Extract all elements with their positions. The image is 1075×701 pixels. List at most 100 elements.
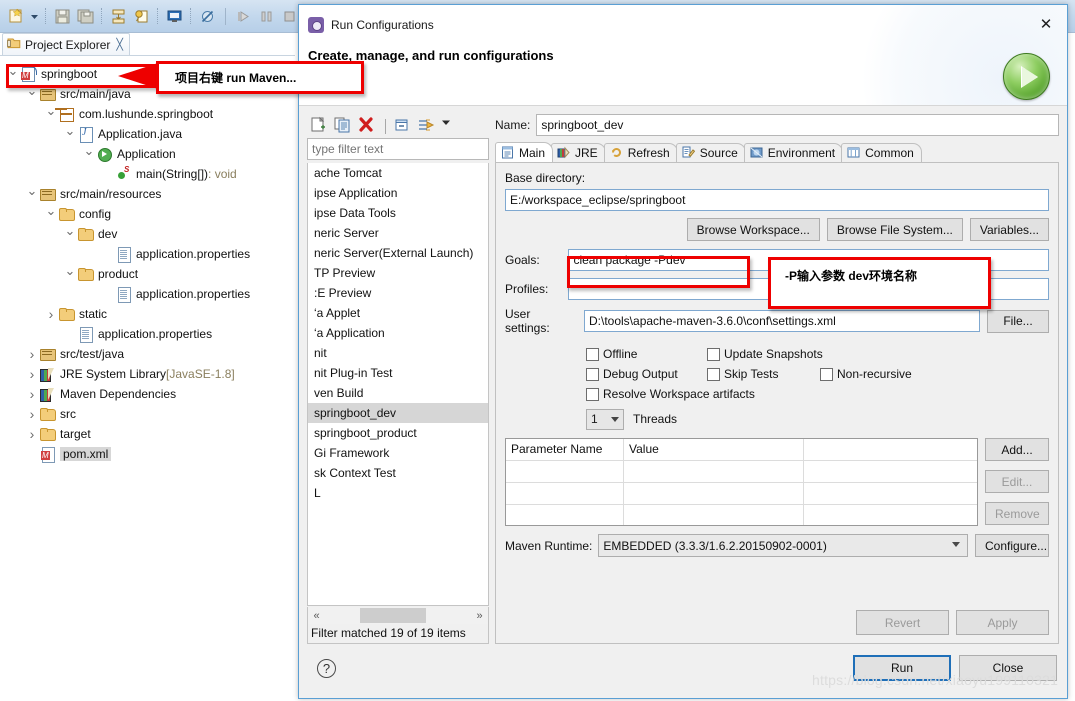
tree-item[interactable]: target [0, 424, 296, 444]
tree-item[interactable]: Application [0, 144, 296, 164]
expand-arrow-icon[interactable] [25, 347, 39, 362]
config-list-item[interactable]: ipse Application [308, 183, 488, 203]
table-row[interactable] [506, 460, 977, 482]
maven-runtime-select[interactable]: EMBEDDED (3.3.3/1.6.2.20150902-0001) [598, 534, 968, 557]
tree-item[interactable]: config [0, 204, 296, 224]
user-settings-input[interactable] [584, 310, 980, 332]
tree-item[interactable]: main(String[]) : void [0, 164, 296, 184]
dialog-close-icon[interactable]: ✕ [1035, 14, 1057, 34]
tab-environment[interactable]: Environment [743, 143, 844, 162]
collapse-arrow-icon[interactable] [25, 187, 39, 201]
console-icon[interactable] [163, 5, 185, 27]
browse-filesystem-button[interactable]: Browse File System... [826, 218, 963, 241]
non-recursive-checkbox[interactable] [820, 367, 833, 381]
config-list-item[interactable]: :E Preview [308, 283, 488, 303]
config-list-item[interactable]: TP Preview [308, 263, 488, 283]
close-icon[interactable]: ╳ [116, 38, 123, 51]
config-list-item[interactable]: ache Tomcat [308, 163, 488, 183]
new-config-icon[interactable] [309, 116, 330, 136]
config-list-item[interactable]: ipse Data Tools [308, 203, 488, 223]
table-row[interactable] [506, 482, 977, 504]
collapse-all-icon[interactable] [393, 116, 414, 136]
config-list-item[interactable]: nit [308, 343, 488, 363]
collapse-arrow-icon[interactable] [44, 107, 58, 121]
terminate-icon[interactable] [278, 5, 300, 27]
collapse-arrow-icon[interactable] [82, 147, 96, 161]
filter-input[interactable] [307, 138, 489, 160]
save-all-icon[interactable] [74, 5, 96, 27]
tree-item[interactable]: Application.java [0, 124, 296, 144]
config-list-item[interactable]: sk Context Test [308, 463, 488, 483]
tree-item[interactable]: dev [0, 224, 296, 244]
tab-source[interactable]: Source [675, 143, 746, 162]
tree-item[interactable]: pom.xml [0, 444, 296, 464]
project-tree[interactable]: springbootsrc/main/javacom.lushunde.spri… [0, 58, 296, 488]
hscroll-thumb[interactable] [360, 608, 426, 623]
config-list-item[interactable]: neric Server [308, 223, 488, 243]
tree-item[interactable]: com.lushunde.springboot [0, 104, 296, 124]
config-list-item[interactable]: nit Plug-in Test [308, 363, 488, 383]
table-row[interactable] [506, 504, 977, 525]
skip-breakpoints-icon[interactable] [196, 5, 218, 27]
expand-arrow-icon[interactable] [25, 407, 39, 422]
add-parameter-button[interactable]: Add... [985, 438, 1049, 461]
tree-item[interactable]: src/main/resources [0, 184, 296, 204]
configurations-hscrollbar[interactable]: « » [307, 607, 489, 624]
tab-refresh[interactable]: Refresh [603, 143, 678, 162]
save-icon[interactable] [51, 5, 73, 27]
maven-runtime-select-wrap[interactable]: EMBEDDED (3.3.3/1.6.2.20150902-0001) [598, 534, 968, 557]
resume-icon[interactable] [232, 5, 254, 27]
config-list-item[interactable]: ‘a Application [308, 323, 488, 343]
new-dropdown-arrow-icon[interactable] [28, 5, 40, 27]
quick-access-icon[interactable] [130, 5, 152, 27]
tree-item[interactable]: application.properties [0, 324, 296, 344]
update-snapshots-checkbox[interactable] [707, 347, 720, 361]
export-icon[interactable] [107, 5, 129, 27]
hscroll-track-right[interactable] [426, 608, 471, 623]
config-list-item[interactable]: ven Build [308, 383, 488, 403]
configure-button[interactable]: Configure... [975, 534, 1049, 557]
duplicate-config-icon[interactable] [333, 116, 354, 136]
offline-checkbox[interactable] [586, 347, 599, 361]
tree-item[interactable]: static [0, 304, 296, 324]
collapse-arrow-icon[interactable] [63, 227, 77, 241]
configurations-list[interactable]: ache Tomcat ipse Application ipse Data Too… [307, 163, 489, 606]
tree-item[interactable]: application.properties [0, 284, 296, 304]
config-list-item[interactable]: L [308, 483, 488, 503]
tab-project-explorer[interactable]: Project Explorer ╳ [2, 33, 130, 55]
config-list-item[interactable]: springboot_dev [308, 403, 488, 423]
view-menu-arrow-icon[interactable] [441, 116, 455, 136]
tree-item[interactable]: Maven Dependencies [0, 384, 296, 404]
expand-arrow-icon[interactable] [44, 307, 58, 322]
scroll-left-button[interactable]: « [308, 608, 325, 623]
debug-output-checkbox[interactable] [586, 367, 599, 381]
close-button[interactable]: Close [959, 655, 1057, 681]
tab-common[interactable]: Common [841, 143, 922, 162]
file-button[interactable]: File... [987, 309, 1049, 333]
suspend-icon[interactable] [255, 5, 277, 27]
collapse-arrow-icon[interactable] [25, 87, 39, 101]
hscroll-track-left[interactable] [325, 608, 360, 623]
skip-tests-checkbox[interactable] [707, 367, 720, 381]
config-list-item[interactable]: neric Server(External Launch) [308, 243, 488, 263]
base-directory-input[interactable] [505, 189, 1049, 211]
tree-item[interactable]: src/test/java [0, 344, 296, 364]
filter-icon[interactable] [417, 116, 438, 136]
collapse-arrow-icon[interactable] [44, 207, 58, 221]
config-list-item[interactable]: Gi Framework [308, 443, 488, 463]
tree-item[interactable]: product [0, 264, 296, 284]
help-icon[interactable]: ? [317, 659, 336, 678]
browse-workspace-button[interactable]: Browse Workspace... [686, 218, 820, 241]
resolve-workspace-artifacts-checkbox[interactable] [586, 387, 599, 401]
run-button[interactable]: Run [853, 655, 951, 681]
editor-tabbar[interactable]: Main JRE Refresh Source Environment Common [495, 142, 1059, 162]
expand-arrow-icon[interactable] [25, 427, 39, 442]
tab-main[interactable]: Main [495, 142, 554, 162]
variables-button[interactable]: Variables... [969, 218, 1049, 241]
collapse-arrow-icon[interactable] [63, 127, 77, 141]
new-wizard-icon[interactable] [5, 5, 27, 27]
tree-item[interactable]: src [0, 404, 296, 424]
expand-arrow-icon[interactable] [25, 387, 39, 402]
delete-config-icon[interactable] [357, 116, 378, 136]
parameters-table[interactable]: Parameter Name Value [505, 438, 978, 526]
